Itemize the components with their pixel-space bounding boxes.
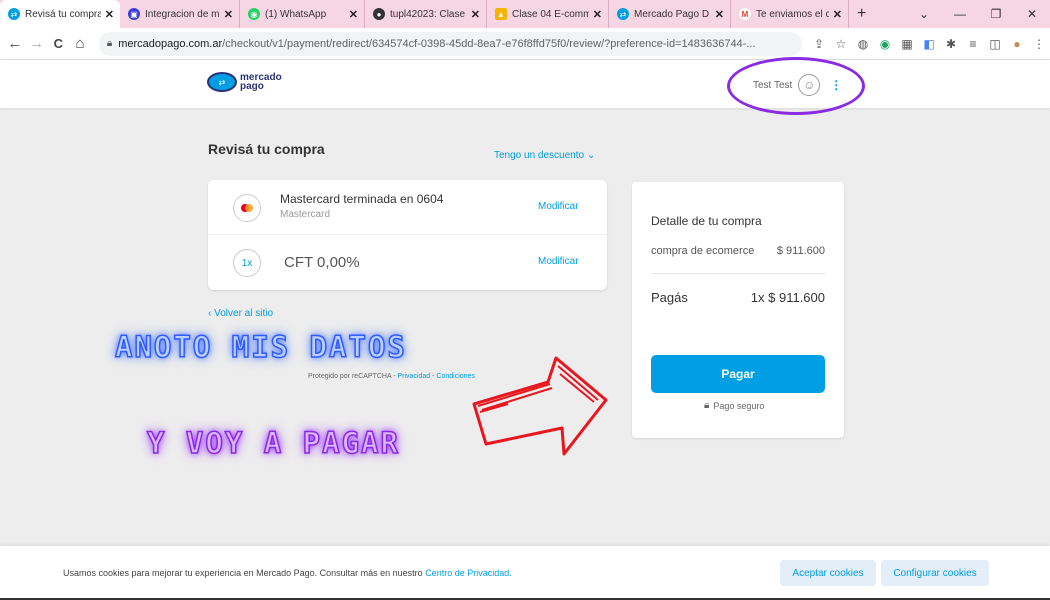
side-panel-icon[interactable]: ◫	[984, 33, 1006, 55]
gmail-icon: M	[739, 8, 751, 20]
tab-clase-04[interactable]: ▲ Clase 04 E-comm ✕	[487, 0, 609, 28]
integration-icon: ▣	[128, 8, 140, 20]
tab-github-clase[interactable]: ● tupl42023: Clase ✕	[365, 0, 487, 28]
configure-cookies-button[interactable]: Configurar cookies	[881, 560, 989, 586]
annotation-circle	[727, 57, 865, 115]
drive-icon: ▲	[495, 8, 507, 20]
back-arrow-icon[interactable]: ←	[4, 35, 26, 52]
home-icon[interactable]: ⌂	[69, 35, 91, 52]
close-tab-icon[interactable]: ✕	[833, 8, 842, 21]
summary-heading: Detalle de tu compra	[651, 214, 762, 228]
close-tab-icon[interactable]: ✕	[593, 8, 602, 21]
cookie-banner: Usamos cookies para mejorar tu experienc…	[0, 546, 1050, 600]
mercadopago-icon: ⇄	[8, 8, 20, 20]
reload-icon[interactable]: C	[47, 36, 69, 51]
mastercard-icon	[233, 194, 261, 222]
purchase-summary: Detalle de tu compra compra de ecomerce …	[632, 182, 844, 438]
privacy-center-link[interactable]: Centro de Privacidad.	[425, 568, 512, 578]
summary-item: compra de ecomerce $ 911.600	[651, 245, 825, 257]
annotation-arrow-icon	[472, 356, 608, 456]
close-tab-icon[interactable]: ✕	[224, 8, 233, 21]
card-title: Mastercard terminada en 0604	[280, 192, 444, 206]
translate-icon[interactable]: ◧	[918, 33, 940, 55]
discount-link[interactable]: Tengo un descuento ⌄	[494, 150, 595, 161]
back-to-site-link[interactable]: ‹ Volver al sitio	[208, 308, 273, 319]
close-tab-icon[interactable]: ✕	[715, 8, 724, 21]
bookmark-star-icon[interactable]: ☆	[830, 33, 852, 55]
whatsapp-icon: ◉	[248, 8, 260, 20]
secure-payment-note: 🔒︎ Pago seguro	[704, 400, 765, 411]
close-window-button[interactable]: ✕	[1014, 7, 1050, 21]
puzzle-icon[interactable]: ✱	[940, 33, 962, 55]
tab-mercadopago-d[interactable]: ⇄ Mercado Pago D ✕	[609, 0, 731, 28]
tab-whatsapp[interactable]: ◉ (1) WhatsApp ✕	[240, 0, 365, 28]
extensions-area: ⇪ ☆ ◍ ◉ ▦ ◧ ✱ ≡ ◫ ● ⋮	[808, 33, 1050, 55]
installments-row: 1x CFT 0,00% Modificar	[208, 235, 607, 290]
new-tab-button[interactable]: +	[857, 5, 866, 23]
forward-arrow-icon[interactable]: →	[26, 35, 48, 52]
url-path: /checkout/v1/payment/redirect/634574cf-0…	[222, 37, 756, 50]
tab-revisa-compra[interactable]: ⇄ Revisá tu compra ✕	[0, 0, 120, 28]
restore-button[interactable]: ❐	[978, 7, 1014, 21]
browser-tab-bar: ⇄ Revisá tu compra ✕ ▣ Integracion de m …	[0, 0, 1050, 28]
pay-button[interactable]: Pagar	[651, 355, 825, 393]
extension-icon[interactable]: ◉	[874, 33, 896, 55]
window-controls: ⌄ — ❐ ✕	[906, 0, 1050, 28]
minimize-button[interactable]: —	[942, 7, 978, 21]
padlock-icon: 🔒︎	[704, 400, 710, 411]
card-row: Mastercard terminada en 0604 Mastercard …	[208, 180, 607, 235]
tab-gmail[interactable]: M Te enviamos el c ✕	[731, 0, 849, 28]
annotation-text-2: Y VOY A PAGAR	[146, 425, 400, 461]
extension-icon[interactable]: ◍	[852, 33, 874, 55]
close-tab-icon[interactable]: ✕	[471, 8, 480, 21]
chrome-menu-icon[interactable]: ⋮	[1028, 33, 1050, 55]
payment-method-card: Mastercard terminada en 0604 Mastercard …	[208, 180, 607, 290]
github-icon: ●	[373, 8, 385, 20]
mercadopago-icon: ⇄	[617, 8, 629, 20]
summary-total: Pagás 1x $ 911.600	[651, 290, 825, 305]
installments-icon: 1x	[233, 249, 261, 277]
modify-card-link[interactable]: Modificar	[538, 201, 579, 212]
url-domain: mercadopago.com.ar	[118, 37, 223, 50]
close-tab-icon[interactable]: ✕	[105, 8, 114, 21]
recaptcha-notice: Protegido por reCAPTCHA - Privacidad - C…	[308, 373, 475, 380]
divider	[651, 273, 825, 274]
url-input[interactable]: 🔒︎ mercadopago.com.ar/checkout/v1/paymen…	[98, 31, 802, 56]
card-subtitle: Mastercard	[280, 209, 331, 220]
handshake-icon: ⇄	[207, 72, 237, 92]
share-icon[interactable]: ⇪	[808, 33, 830, 55]
tab-search-button[interactable]: ⌄	[906, 7, 942, 21]
tab-integracion[interactable]: ▣ Integracion de m ✕	[120, 0, 240, 28]
cft-value: CFT 0,00%	[284, 254, 360, 271]
reading-list-icon[interactable]: ≡	[962, 33, 984, 55]
accept-cookies-button[interactable]: Aceptar cookies	[780, 560, 876, 586]
annotation-text-1: ANOTO MIS DATOS	[114, 329, 407, 365]
mercadopago-logo[interactable]: ⇄ mercado pago	[207, 72, 282, 92]
page-title: Revisá tu compra	[208, 141, 325, 157]
profile-avatar[interactable]: ●	[1006, 33, 1028, 55]
extension-icon[interactable]: ▦	[896, 33, 918, 55]
modify-installments-link[interactable]: Modificar	[538, 256, 579, 267]
close-tab-icon[interactable]: ✕	[349, 8, 358, 21]
address-bar-row: ← → C ⌂ 🔒︎ mercadopago.com.ar/checkout/v…	[0, 28, 1050, 60]
lock-icon: 🔒︎	[106, 38, 113, 49]
mp-header: ⇄ mercado pago Test Test ☺ ⋮	[0, 60, 1050, 108]
privacy-link[interactable]: Privacidad	[397, 373, 430, 380]
cookie-text: Usamos cookies para mejorar tu experienc…	[63, 568, 512, 578]
